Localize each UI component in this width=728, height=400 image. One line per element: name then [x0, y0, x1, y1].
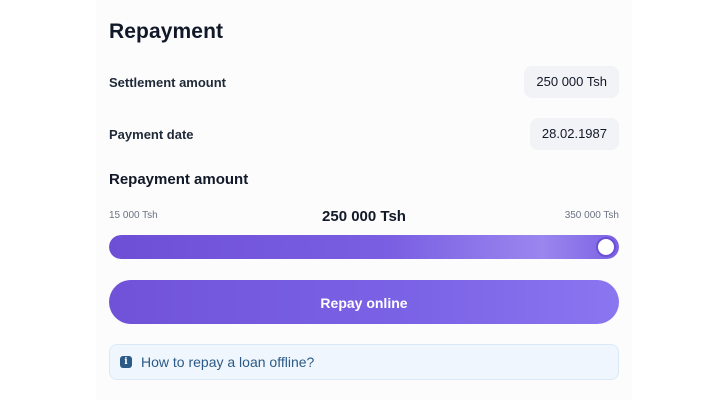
repay-online-button[interactable]: Repay online — [109, 280, 619, 324]
slider-thumb[interactable] — [596, 237, 616, 257]
slider-max-label: 350 000 Tsh — [564, 210, 619, 221]
settlement-amount-value: 250 000 Tsh — [524, 66, 619, 98]
repayment-amount-title: Repayment amount — [109, 171, 249, 188]
payment-date-value: 28.02.1987 — [529, 118, 619, 150]
slider-fill — [109, 235, 619, 259]
slider-current-value: 250 000 Tsh — [322, 208, 406, 225]
repayment-amount-slider[interactable] — [109, 235, 619, 259]
repay-offline-link[interactable]: i How to repay a loan offline? — [109, 344, 619, 380]
info-icon: i — [120, 356, 132, 368]
settlement-amount-label: Settlement amount — [109, 75, 227, 90]
repayment-panel — [96, 0, 632, 400]
page-title: Repayment — [109, 20, 224, 43]
repay-offline-link-text: How to repay a loan offline? — [141, 354, 315, 370]
payment-date-label: Payment date — [109, 127, 194, 142]
